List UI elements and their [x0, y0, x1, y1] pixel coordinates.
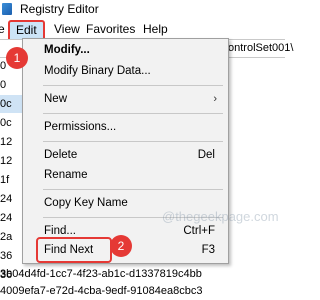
- tree-item[interactable]: 0c: [0, 114, 22, 132]
- menu-item-new[interactable]: New ›: [24, 89, 227, 109]
- menu-separator: [43, 113, 223, 114]
- tree-item-selected[interactable]: 0c: [0, 95, 22, 113]
- edit-menu-dropdown: Modify... Modify Binary Data... New › Pe…: [22, 38, 279, 264]
- menu-item-modify-binary[interactable]: Modify Binary Data...: [24, 61, 227, 81]
- watermark: @thegeekpage.com: [162, 209, 279, 224]
- menu-item-delete[interactable]: Delete Del: [24, 145, 227, 165]
- address-path: ontrolSet001\: [228, 42, 294, 54]
- tree-item[interactable]: 1f: [0, 171, 22, 189]
- tree-item[interactable]: 12: [0, 133, 22, 151]
- menu-item-modify[interactable]: Modify...: [24, 40, 227, 60]
- menu-file[interactable]: e: [0, 22, 5, 36]
- menu-favorites[interactable]: Favorites: [86, 22, 135, 36]
- menu-item-rename[interactable]: Rename: [24, 165, 227, 185]
- tree-item[interactable]: 36: [0, 247, 22, 265]
- menu-separator: [43, 85, 223, 86]
- tree-item[interactable]: 24: [0, 209, 22, 227]
- menu-separator: [43, 189, 223, 190]
- tree-item[interactable]: 24: [0, 190, 22, 208]
- tree-item-guid[interactable]: 4009efa7-e72d-4cba-9edf-91084ea8cbc3: [0, 285, 202, 297]
- tree-item[interactable]: 2a: [0, 228, 22, 246]
- menu-help[interactable]: Help: [143, 22, 168, 36]
- tree-item[interactable]: 0: [0, 76, 22, 94]
- menu-view[interactable]: View: [54, 22, 80, 36]
- title-bar: Registry Editor: [0, 0, 285, 20]
- step-2-badge: 2: [110, 235, 132, 257]
- find-next-highlight: [36, 237, 112, 263]
- chevron-right-icon: ›: [213, 93, 217, 105]
- tree-item[interactable]: 12: [0, 152, 22, 170]
- menu-separator: [43, 141, 223, 142]
- tree-item-guid[interactable]: 3b04d4fd-1cc7-4f23-ab1c-d1337819c4bb: [0, 268, 202, 280]
- window-title: Registry Editor: [20, 2, 99, 16]
- menu-item-permissions[interactable]: Permissions...: [24, 117, 227, 137]
- step-1-badge: 1: [6, 47, 28, 69]
- menu-bar: e Edit View Favorites Help: [0, 20, 285, 42]
- registry-editor-icon: [2, 3, 12, 15]
